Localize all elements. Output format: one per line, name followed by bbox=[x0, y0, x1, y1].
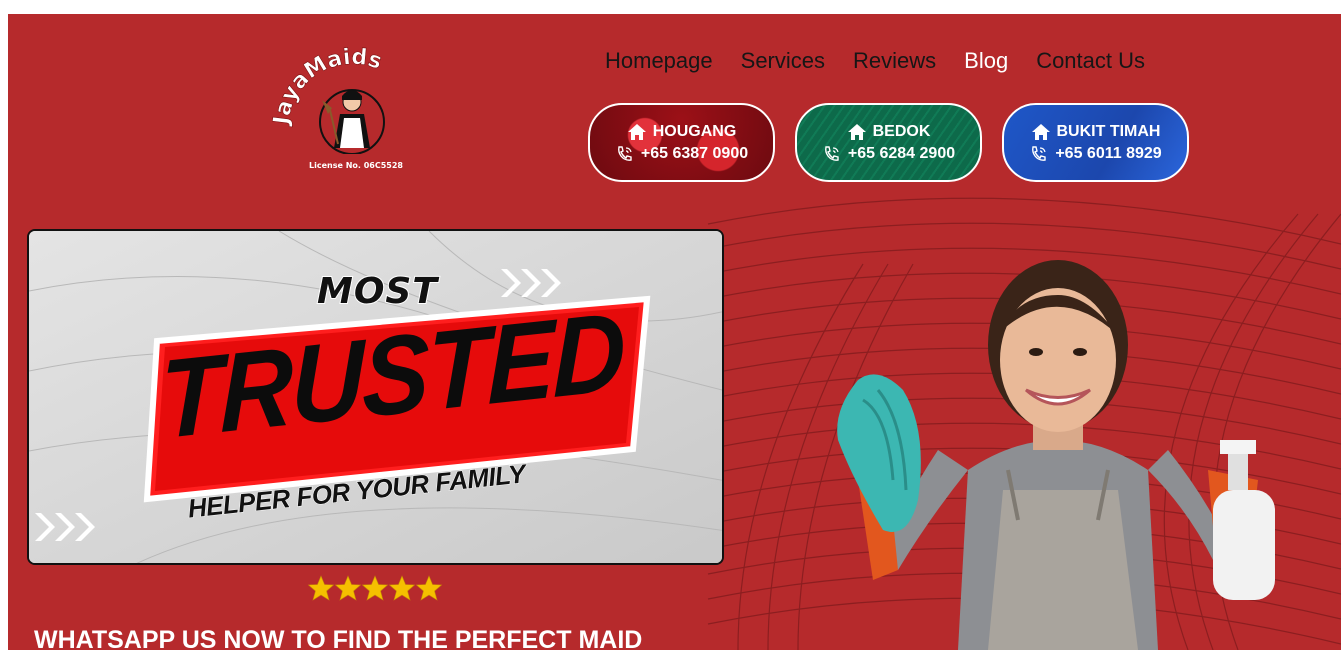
nav-reviews[interactable]: Reviews bbox=[853, 48, 936, 74]
branch-button-hougang[interactable]: HOUGANG +65 6387 0900 bbox=[588, 103, 775, 182]
nav-blog[interactable]: Blog bbox=[964, 48, 1008, 74]
branch-name: BUKIT TIMAH bbox=[1056, 122, 1161, 140]
home-icon bbox=[1031, 123, 1050, 140]
phone-call-icon bbox=[617, 145, 632, 161]
whatsapp-cta-heading: WHATSAPP US NOW TO FIND THE PERFECT MAID bbox=[34, 626, 643, 650]
star-icon bbox=[307, 575, 335, 601]
branch-buttons: HOUGANG +65 6387 0900 BEDOK +65 6284 290… bbox=[588, 103, 1189, 182]
maid-photo bbox=[837, 260, 1275, 650]
star-icon bbox=[334, 575, 362, 601]
branch-name: BEDOK bbox=[872, 122, 931, 140]
branch-phone: +65 6387 0900 bbox=[640, 144, 749, 162]
page: JayaMaids License No. 06C5528 Homepage S… bbox=[8, 14, 1341, 650]
phone-call-icon bbox=[1032, 145, 1047, 161]
nav-homepage[interactable]: Homepage bbox=[605, 48, 713, 74]
main-nav: Homepage Services Reviews Blog Contact U… bbox=[605, 48, 1145, 74]
branch-button-bedok[interactable]: BEDOK +65 6284 2900 bbox=[795, 103, 982, 182]
star-icon bbox=[415, 575, 443, 601]
branch-name: HOUGANG bbox=[652, 122, 737, 140]
license-number: License No. 06C5528 bbox=[309, 161, 403, 170]
jayamaids-logo[interactable]: JayaMaids License No. 06C5528 bbox=[270, 44, 430, 179]
nav-services[interactable]: Services bbox=[741, 48, 825, 74]
phone-call-icon bbox=[824, 145, 839, 161]
home-icon bbox=[627, 123, 646, 140]
star-icon bbox=[361, 575, 389, 601]
five-star-rating bbox=[307, 575, 443, 601]
trusted-helper-banner: MOST TRUSTED HELPER FOR YOUR FAMILY bbox=[27, 229, 724, 565]
logo-graphic: JayaMaids bbox=[270, 44, 385, 154]
branch-button-bukit-timah[interactable]: BUKIT TIMAH +65 6011 8929 bbox=[1002, 103, 1189, 182]
branch-phone: +65 6011 8929 bbox=[1055, 144, 1162, 162]
branch-phone: +65 6284 2900 bbox=[847, 144, 956, 162]
banner-most-text: MOST bbox=[316, 270, 438, 313]
home-icon bbox=[847, 123, 866, 140]
star-icon bbox=[388, 575, 416, 601]
nav-contact-us[interactable]: Contact Us bbox=[1036, 48, 1145, 74]
